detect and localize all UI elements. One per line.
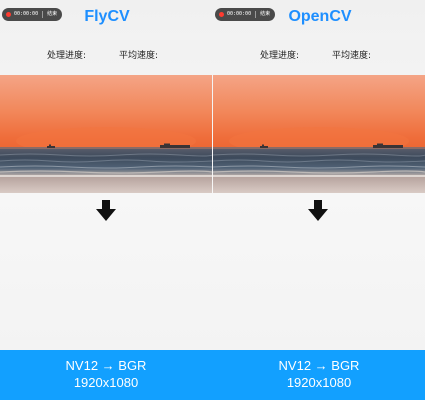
opencv-conversion-info: NV12 → BGR 1920x1080 [213,357,425,391]
opencv-panel: 00:00:00 结束 OpenCV 处理进度: 平均速度: [213,0,425,350]
sunset-ocean-photo [0,75,212,193]
panel-title: FlyCV [84,8,130,25]
speed-label: 平均速度: [119,51,159,61]
panel-title: OpenCV [288,8,352,25]
comparison-screen: 00:00:00 结束 FlyCV 处理进度: 平均速度: 00:00:00 结… [0,0,425,400]
arrow-down-icon [308,200,328,221]
speed-label: 平均速度: [332,51,372,61]
sunset-ocean-photo [213,75,425,193]
stats-row: 处理进度: 平均速度: [0,49,212,63]
flycv-panel: 00:00:00 结束 FlyCV 处理进度: 平均速度: [0,0,212,350]
progress-label: 处理进度: [260,51,300,61]
flycv-conversion-info: NV12 → BGR 1920x1080 [0,357,212,391]
arrow-down-icon [96,200,116,221]
conversion-info-bar: NV12 → BGR 1920x1080 NV12 → BGR 1920x108… [0,350,425,400]
resolution-label: 1920x1080 [73,375,139,390]
stats-row: 处理进度: 平均速度: [213,49,425,63]
conversion-label: NV12 → BGR [65,358,147,373]
resolution-label: 1920x1080 [286,375,352,390]
conversion-label: NV12 → BGR [278,358,360,373]
progress-label: 处理进度: [47,51,87,61]
